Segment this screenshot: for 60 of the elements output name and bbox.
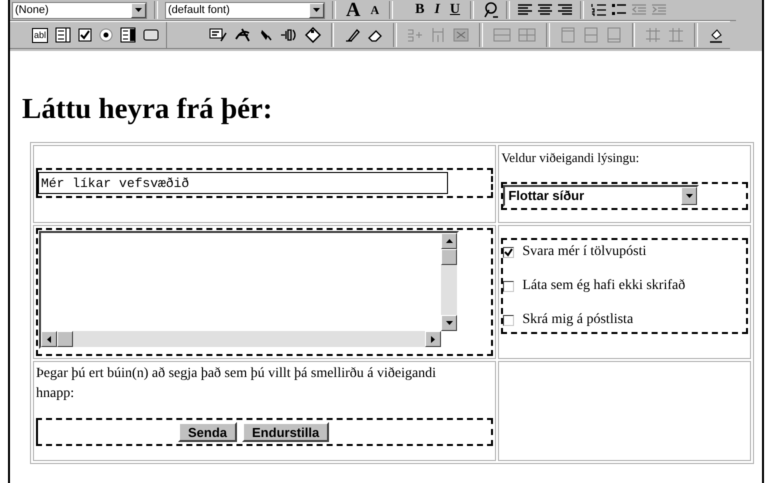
right-arrow-icon [431,336,435,342]
caret-icon [686,194,693,198]
align-left-icon[interactable] [517,3,534,17]
down-arrow-icon [446,321,452,325]
submit-button[interactable]: Senda [178,422,238,442]
merge-cells-icon [492,27,511,43]
numbered-list-icon[interactable] [591,3,608,17]
image-edit-icon[interactable] [208,27,227,43]
vertical-scrollbar[interactable] [441,233,457,331]
grow-font-button[interactable]: A [343,0,364,22]
pen-nib-icon[interactable] [258,27,273,43]
checkbox-label: Láta sem ég hafi ekki skrifað [522,278,686,294]
reset-button[interactable]: Endurstilla [242,422,330,442]
push-button-icon[interactable] [143,28,160,42]
left-arrow-icon [47,336,51,342]
center-vertically-icon [582,27,599,43]
dropdown-menu-icon[interactable] [120,27,136,43]
pencil-icon[interactable] [344,27,360,43]
align-bottom-icon [606,27,622,43]
paint-bucket-icon[interactable] [708,27,724,43]
distribute-columns-icon [668,27,684,43]
underline-button[interactable]: U [446,2,464,18]
insert-columns-icon [430,27,446,43]
increase-indent-icon [651,3,668,17]
checkbox-label: Skrá mig á póstlista [522,312,634,328]
up-arrow-icon [446,239,452,243]
insert-rows-icon [407,27,424,43]
align-top-icon [560,27,576,43]
bold-button[interactable]: B [412,2,428,18]
checkbox[interactable] [503,280,514,292]
instruction-text: Þegar þú ert búin(n) að segja það sem þú villt þá smellirðu á viðeigandi hnapp: [36,365,438,403]
align-right-icon[interactable] [557,3,574,17]
distribute-rows-icon [645,27,662,43]
page-heading: Láttu heyra frá þér: [22,93,274,126]
align-center-icon[interactable] [537,3,554,17]
caret-icon [135,8,142,12]
check-icon [504,248,514,256]
scroll-thumb[interactable] [57,331,73,347]
message-text-area[interactable] [39,231,459,349]
font-dropdown[interactable]: (default font) [165,2,325,18]
bulleted-list-icon[interactable] [611,3,628,17]
decrease-indent-icon [631,3,648,17]
split-cells-icon [518,27,536,43]
horizontal-scrollbar[interactable] [41,331,441,347]
description-label: Veldur viðeigandi lýsingu: [501,149,640,167]
radio-button-icon[interactable] [99,28,114,42]
text-box-button[interactable]: abl [32,28,48,42]
text-field[interactable]: Mér líkar vefsvæðið [38,172,448,194]
checkbox[interactable] [503,314,514,326]
scrolling-text-box-icon[interactable] [55,27,72,43]
insert-cell-icon [453,27,470,43]
italic-button[interactable]: I [431,2,443,18]
caret-icon [313,8,320,12]
checkbox-icon[interactable] [78,28,92,42]
shrink-font-button[interactable]: A [367,2,382,18]
description-dropdown[interactable]: Flottar síður [503,185,700,207]
checkbox[interactable] [503,246,514,258]
style-dropdown[interactable]: (None) [12,2,147,18]
scroll-thumb[interactable] [441,249,457,265]
checkbox-label: Svara mér í tölvupósti [522,244,646,260]
